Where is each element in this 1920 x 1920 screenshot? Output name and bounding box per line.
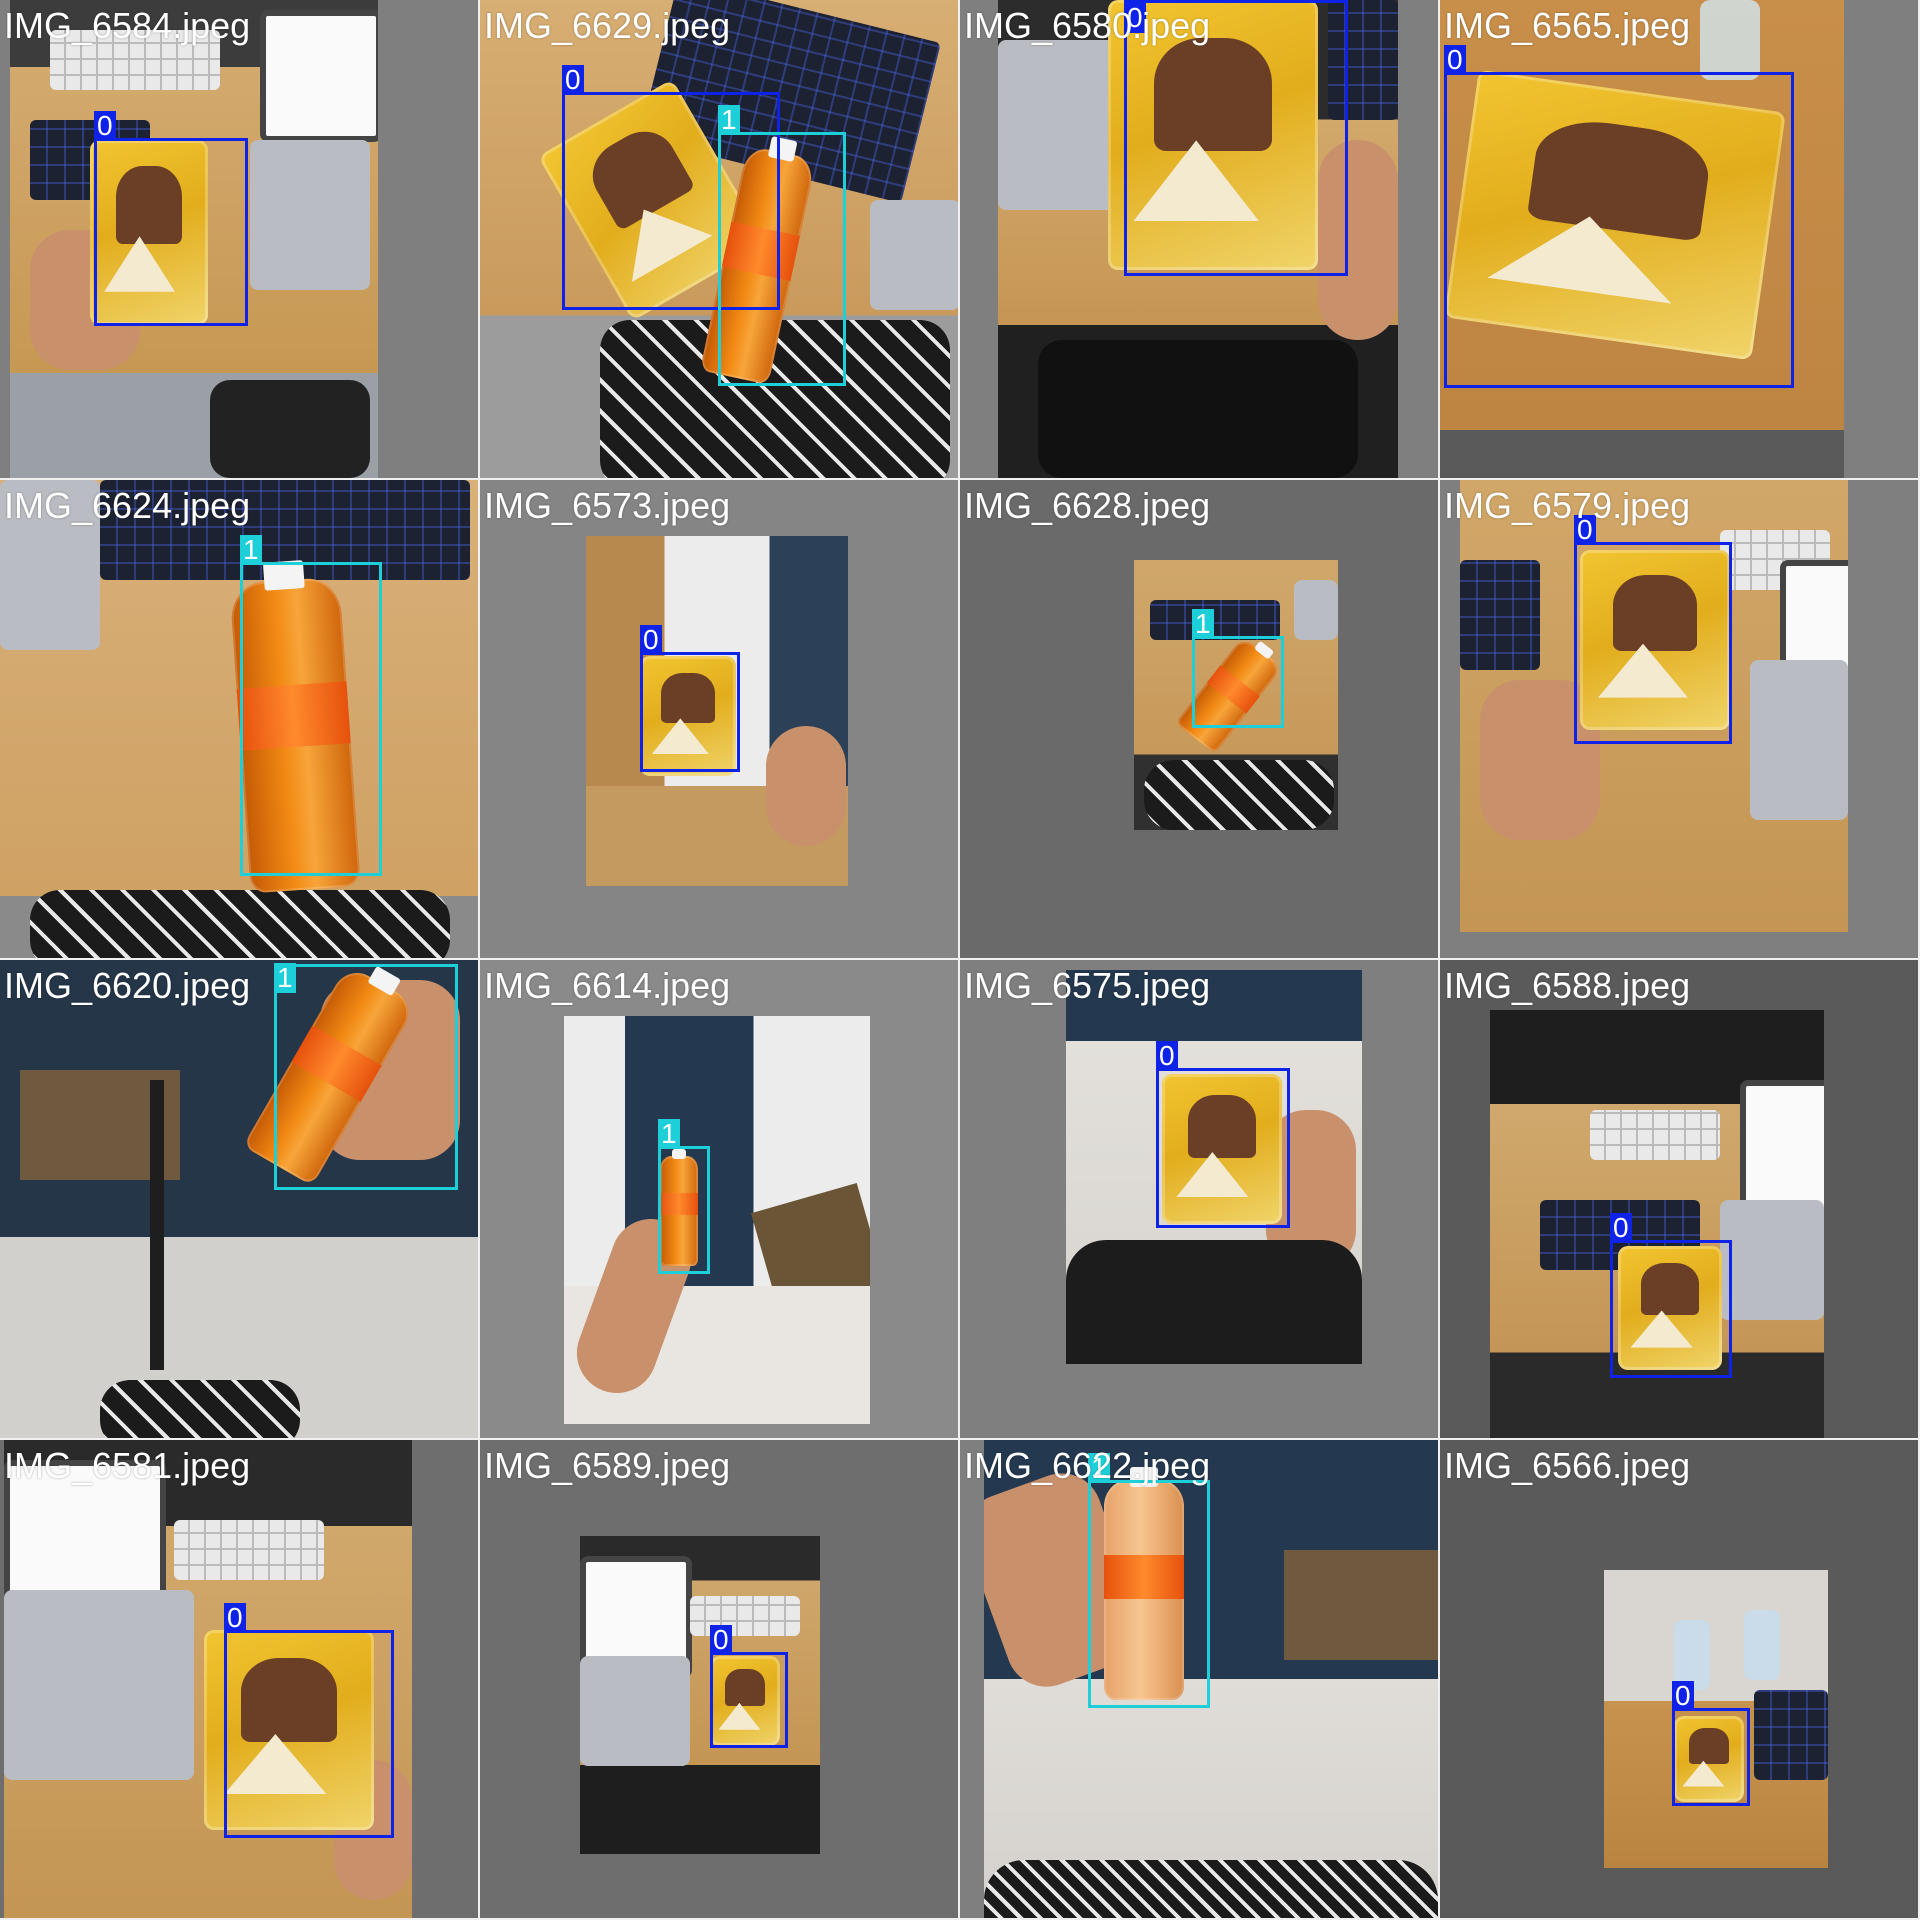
bounding-box-class-0[interactable]: 0	[94, 111, 248, 326]
tile-filename: IMG_6629.jpeg	[484, 5, 731, 46]
tile-filename: IMG_6589.jpeg	[484, 1445, 731, 1486]
class-label-badge: 1	[658, 1119, 680, 1149]
tile-filename: IMG_6575.jpeg	[964, 965, 1211, 1006]
scene	[984, 1440, 1438, 1918]
scene	[0, 480, 478, 958]
class-label-badge: 1	[274, 963, 296, 993]
class-label-badge: 0	[1672, 1681, 1694, 1711]
mosaic-tile[interactable]: 1 IMG_6628.jpeg	[960, 480, 1438, 958]
mosaic-tile[interactable]: 1 IMG_6620.jpeg	[0, 960, 478, 1438]
mosaic-tile[interactable]: 0 IMG_6588.jpeg	[1440, 960, 1918, 1438]
mosaic-tile[interactable]: 0 IMG_6575.jpeg	[960, 960, 1438, 1438]
tile-filename: IMG_6566.jpeg	[1444, 1445, 1691, 1486]
tile-filename: IMG_6584.jpeg	[4, 5, 251, 46]
tile-filename: IMG_6620.jpeg	[4, 965, 251, 1006]
mosaic-tile[interactable]: 0 IMG_6580.jpeg	[960, 0, 1438, 478]
mosaic-tile[interactable]: 0 1 IMG_6629.jpeg	[480, 0, 958, 478]
class-label-badge: 0	[94, 111, 116, 141]
tile-filename: IMG_6588.jpeg	[1444, 965, 1691, 1006]
tile-filename: IMG_6565.jpeg	[1444, 5, 1691, 46]
tile-filename: IMG_6573.jpeg	[484, 485, 731, 526]
bounding-box-class-1[interactable]: 1	[240, 535, 382, 876]
mosaic-tile[interactable]: 1 IMG_6624.jpeg	[0, 480, 478, 958]
mosaic-tile[interactable]: 0 IMG_6566.jpeg	[1440, 1440, 1918, 1918]
tile-photo	[0, 480, 478, 958]
bounding-box-class-0[interactable]: 0	[224, 1603, 394, 1838]
mosaic-tile[interactable]: 0 IMG_6581.jpeg	[0, 1440, 478, 1918]
mosaic-tile[interactable]: 1 IMG_6614.jpeg	[480, 960, 958, 1438]
class-label-badge: 0	[224, 1603, 246, 1633]
tile-filename: IMG_6628.jpeg	[964, 485, 1211, 526]
bounding-box-class-1[interactable]: 1	[718, 105, 846, 386]
bounding-box-class-0[interactable]: 0	[640, 625, 740, 772]
tile-filename: IMG_6580.jpeg	[964, 5, 1211, 46]
class-label-badge: 0	[640, 625, 662, 655]
mosaic-tile[interactable]: 0 IMG_6589.jpeg	[480, 1440, 958, 1918]
class-label-badge: 1	[240, 535, 262, 565]
detection-mosaic: 0 IMG_6584.jpeg 0 1 IMG_6629.jpeg 0 IMG_…	[0, 0, 1920, 1920]
mosaic-tile[interactable]: 1 IMG_6622.jpeg	[960, 1440, 1438, 1918]
bounding-box-class-1[interactable]: 1	[658, 1119, 710, 1274]
tile-filename: IMG_6622.jpeg	[964, 1445, 1211, 1486]
bounding-box-class-1[interactable]: 1	[1192, 609, 1284, 728]
bounding-box-class-1[interactable]: 1	[274, 963, 458, 1190]
mosaic-tile[interactable]: 0 IMG_6565.jpeg	[1440, 0, 1918, 478]
class-label-badge: 0	[562, 65, 584, 95]
mosaic-tile[interactable]: 0 IMG_6579.jpeg	[1440, 480, 1918, 958]
bounding-box-class-0[interactable]: 0	[1156, 1041, 1290, 1228]
bounding-box-class-0[interactable]: 0	[1672, 1681, 1750, 1806]
mosaic-tile[interactable]: 0 IMG_6584.jpeg	[0, 0, 478, 478]
class-label-badge: 1	[718, 105, 740, 135]
bounding-box-class-0[interactable]: 0	[1444, 45, 1794, 388]
tile-photo	[984, 1440, 1438, 1918]
tile-filename: IMG_6614.jpeg	[484, 965, 731, 1006]
tile-filename: IMG_6579.jpeg	[1444, 485, 1691, 526]
class-label-badge: 0	[710, 1625, 732, 1655]
tile-filename: IMG_6581.jpeg	[4, 1445, 251, 1486]
mosaic-tile[interactable]: 0 IMG_6573.jpeg	[480, 480, 958, 958]
class-label-badge: 1	[1192, 609, 1214, 639]
scene	[564, 1016, 870, 1424]
class-label-badge: 0	[1156, 1041, 1178, 1071]
tile-photo	[564, 1016, 870, 1424]
tile-filename: IMG_6624.jpeg	[4, 485, 251, 526]
bounding-box-class-0[interactable]: 0	[710, 1625, 788, 1748]
bounding-box-class-0[interactable]: 0	[1574, 515, 1732, 744]
bounding-box-class-1[interactable]: 1	[1088, 1453, 1210, 1708]
class-label-badge: 0	[1444, 45, 1466, 75]
bounding-box-class-0[interactable]: 0	[1610, 1213, 1732, 1378]
class-label-badge: 0	[1610, 1213, 1632, 1243]
